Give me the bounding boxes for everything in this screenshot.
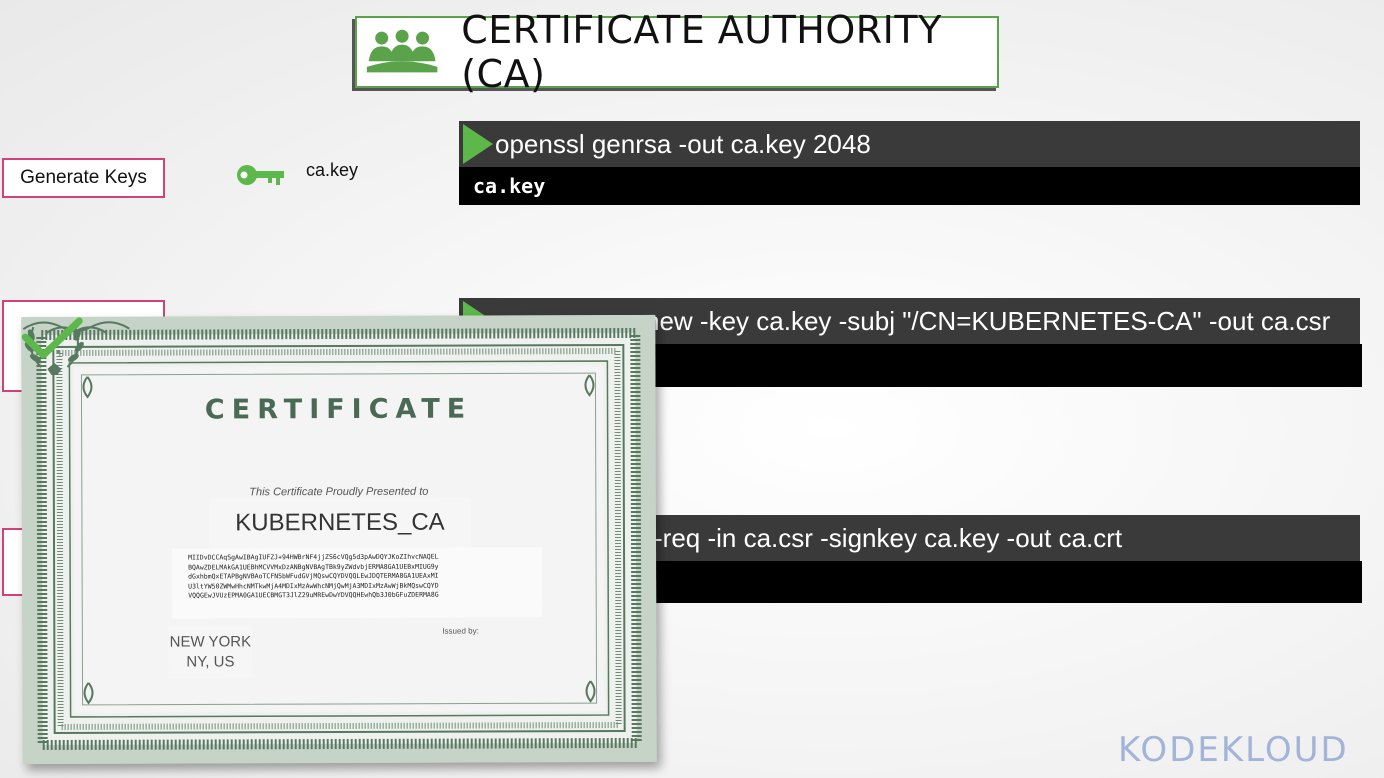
certificate-title: CERTIFICATE: [204, 393, 473, 426]
command-output-1: ca.key: [459, 167, 1360, 205]
command-text-1: openssl genrsa -out ca.key 2048: [495, 128, 871, 159]
generate-keys-label: Generate Keys: [2, 158, 165, 198]
issued-by-label: Issued by:: [442, 626, 479, 636]
certificate-image: CERTIFICATE This Certificate Proudly Pre…: [21, 314, 657, 765]
command-text-3: -req -in ca.csr -signkey ca.key -out ca.…: [654, 522, 1123, 553]
checkmark-icon: [21, 317, 83, 359]
location-line-1: NEW YORK: [169, 633, 252, 651]
location-line-2: NY, US: [186, 653, 235, 671]
certificate-code-line: VQQGEwJVUzEPMA0GA1UECBMGT3JlZ29uMREwDwYD…: [188, 591, 439, 600]
command-text-2: new -key ca.key -subj "/CN=KUBERNETES-CA…: [645, 305, 1331, 336]
certificate-subtitle: This Certificate Proudly Presented to: [249, 485, 429, 499]
kodekloud-logo: KODEKLOUD: [1118, 730, 1349, 770]
page-title-box: CERTIFICATE AUTHORITY (CA): [355, 8, 999, 96]
page-title: CERTIFICATE AUTHORITY (CA): [461, 8, 942, 96]
key-file-label: ca.key: [306, 160, 359, 180]
group-icon: [366, 29, 438, 73]
play-icon: [463, 124, 493, 164]
key-icon: [237, 165, 284, 185]
certificate-code: MIIDvDCCAqSgAwIBAgIUFZJ+94HWBrNF4jjZS6cV…: [172, 547, 543, 619]
certificate-recipient: KUBERNETES_CA: [208, 497, 472, 549]
command-bar-1: openssl genrsa -out ca.key 2048: [459, 121, 1360, 167]
certificate-location: NEW YORK NY, US: [168, 626, 253, 679]
